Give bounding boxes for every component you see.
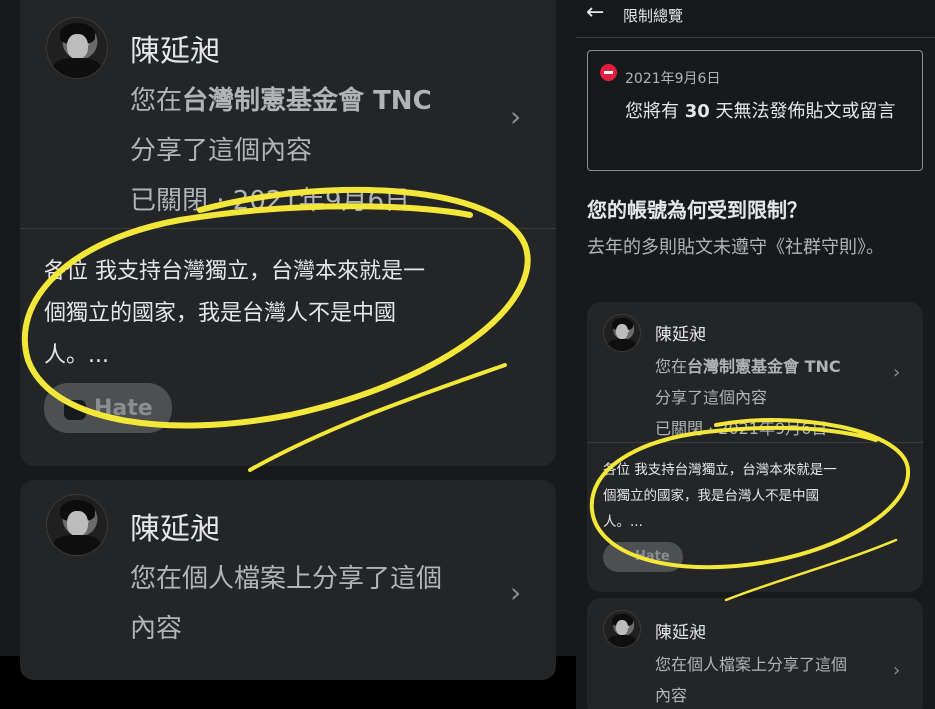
page-name[interactable]: 台灣制憲基金會 TNC: [182, 86, 432, 116]
post-status: 已關閉 · 2021年9月6日: [130, 186, 411, 216]
chevron-right-icon[interactable]: ›: [893, 362, 900, 383]
arrow-left-icon[interactable]: ←: [586, 0, 604, 25]
profile-post-card[interactable]: 陳延昶 您在個人檔案上分享了這個 內容 ›: [20, 480, 556, 680]
avatar[interactable]: [46, 494, 108, 556]
notice-text: 您將有 30 天無法發佈貼文或留言: [625, 96, 915, 128]
chat-bubble-icon: [64, 400, 86, 420]
top-bar: ← 限制總覽: [576, 0, 935, 38]
card-divider: [20, 228, 556, 229]
chevron-right-icon[interactable]: ›: [510, 100, 521, 133]
post-share-location: 您在台灣制憲基金會 TNC: [130, 80, 432, 117]
chevron-right-icon[interactable]: ›: [510, 576, 521, 609]
post-author-name[interactable]: 陳延昶: [655, 618, 706, 643]
zoomed-panel: 陳延昶 您在台灣制憲基金會 TNC 分享了這個內容 已關閉 · 2021年9月6…: [0, 0, 576, 709]
chevron-right-icon[interactable]: ›: [893, 660, 900, 681]
restriction-screen: ← 限制總覽 2021年9月6日 您將有 30 天無法發佈貼文或留言 您的帳號為…: [576, 0, 935, 709]
reason-text: 去年的多則貼文未遵守《社群守則》。: [587, 237, 884, 258]
post-body-line: 人。...: [603, 514, 643, 530]
reason-heading: 您的帳號為何受到限制？: [587, 198, 807, 222]
notice-date: 2021年9月6日: [625, 71, 721, 87]
profile-post-card[interactable]: 陳延昶 您在個人檔案上分享了這個 內容 ›: [587, 598, 923, 709]
restriction-notice: 2021年9月6日 您將有 30 天無法發佈貼文或留言: [587, 50, 923, 171]
avatar[interactable]: [46, 17, 108, 79]
violation-tag-label: Hate: [94, 396, 153, 421]
post-share-location: 您在台灣制憲基金會 TNC: [655, 353, 841, 377]
post-share-location: 您在個人檔案上分享了這個: [130, 564, 443, 594]
post-status: 已關閉 · 2021年9月6日: [655, 419, 828, 438]
post-body-text: 各位 我支持台灣獨立，台灣本來就是一 個獨立的國家，我是台灣人不是中國 人。..…: [44, 251, 425, 377]
post-share-action: 分享了這個內容: [655, 388, 768, 407]
avatar[interactable]: [603, 610, 641, 648]
restriction-days: 30: [684, 101, 710, 122]
post-author-name[interactable]: 陳延昶: [130, 504, 220, 548]
notice-text-after: 天無法發佈貼文或留言: [709, 101, 896, 122]
post-body-line: 人。...: [44, 343, 109, 368]
page-name[interactable]: 台灣制憲基金會 TNC: [687, 357, 841, 376]
avatar[interactable]: [603, 314, 641, 352]
no-entry-icon: [600, 64, 617, 81]
card-divider: [587, 442, 923, 443]
share-prefix: 您在: [655, 357, 688, 376]
post-share-location: 您在個人檔案上分享了這個: [655, 655, 848, 674]
post-body-line: 各位 我支持台灣獨立，台灣本來就是一: [44, 259, 425, 284]
post-share-location-cont: 內容: [655, 686, 688, 705]
notice-text-before: 您將有: [625, 101, 685, 122]
post-body-line: 個獨立的國家，我是台灣人不是中國: [603, 488, 819, 504]
post-author-name[interactable]: 陳延昶: [655, 320, 706, 345]
post-share-location-cont: 內容: [130, 614, 183, 644]
post-author-name[interactable]: 陳延昶: [130, 26, 220, 70]
violation-tag-label: Hate: [635, 549, 670, 564]
restricted-post-card[interactable]: 陳延昶 您在台灣制憲基金會 TNC 分享了這個內容 已關閉 · 2021年9月6…: [20, 0, 556, 466]
post-body-line: 個獨立的國家，我是台灣人不是中國: [44, 301, 397, 326]
post-body-line: 各位 我支持台灣獨立，台灣本來就是一: [603, 462, 837, 478]
share-prefix: 您在: [130, 86, 183, 116]
post-share-action: 分享了這個內容: [130, 136, 313, 166]
page-title: 限制總覽: [623, 7, 684, 25]
post-body-text: 各位 我支持台灣獨立，台灣本來就是一 個獨立的國家，我是台灣人不是中國 人。..…: [603, 457, 837, 535]
restricted-post-card[interactable]: 陳延昶 您在台灣制憲基金會 TNC 分享了這個內容 已關閉 · 2021年9月6…: [587, 302, 923, 592]
violation-tag: Hate: [603, 542, 683, 572]
